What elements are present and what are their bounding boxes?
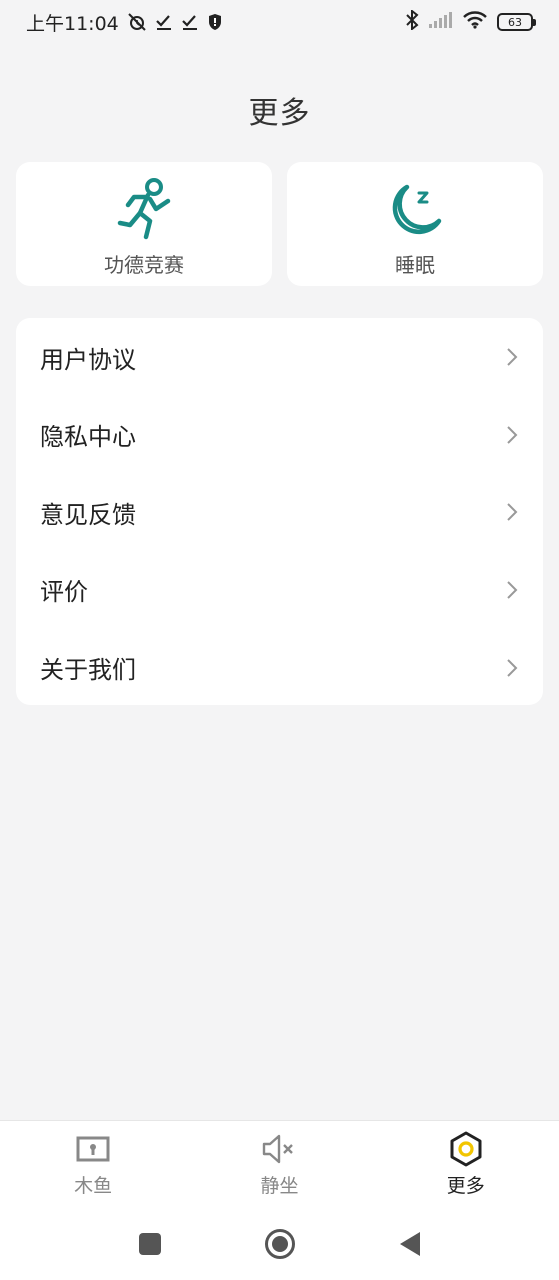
system-nav-bar: [0, 1208, 559, 1280]
chevron-right-icon: [505, 501, 519, 523]
card-merit-race[interactable]: 功德竞赛: [16, 162, 272, 286]
menu-item-about-us[interactable]: 关于我们: [16, 629, 543, 707]
tab-meditate[interactable]: 静坐: [186, 1121, 372, 1209]
page-title: 更多: [248, 96, 311, 131]
check-icon: [181, 13, 199, 31]
check-icon: [155, 13, 173, 31]
tab-more[interactable]: 更多: [373, 1121, 559, 1209]
mute-speaker-icon: [261, 1131, 297, 1167]
status-time: 上午11:04: [26, 12, 119, 35]
hexagon-icon: [448, 1131, 484, 1167]
wooden-fish-icon: [75, 1131, 111, 1167]
wifi-icon: [463, 11, 487, 33]
card-label: 睡眠: [395, 252, 435, 277]
battery-level: 63: [508, 15, 522, 29]
bottom-nav: 木鱼 静坐 更多: [0, 1120, 559, 1208]
tab-label: 静坐: [260, 1175, 299, 1197]
menu-item-privacy-center[interactable]: 隐私中心: [16, 396, 543, 474]
home-button[interactable]: [260, 1224, 300, 1264]
card-label: 功德竞赛: [104, 252, 184, 277]
menu-item-label: 评价: [40, 578, 88, 607]
menu-item-label: 用户协议: [40, 345, 136, 374]
menu-item-label: 意见反馈: [40, 500, 136, 529]
status-right: 63: [405, 8, 536, 34]
menu-item-label: 隐私中心: [40, 423, 136, 452]
screen: 上午11:04 63 更多 功德竞赛 睡眠 用户协议 隐私中心 意见反馈 评价 …: [0, 0, 559, 1280]
status-bar: 上午11:04 63: [0, 0, 559, 44]
tab-wooden-fish[interactable]: 木鱼: [0, 1121, 186, 1209]
tab-label: 木鱼: [74, 1175, 113, 1197]
menu-item-user-agreement[interactable]: 用户协议: [16, 318, 543, 396]
status-left: 上午11:04: [26, 9, 223, 36]
battery-icon: 63: [497, 13, 536, 31]
bluetooth-icon: [405, 8, 419, 34]
running-figure-icon: [112, 177, 176, 241]
menu-item-rate[interactable]: 评价: [16, 551, 543, 629]
chevron-right-icon: [505, 579, 519, 601]
chevron-right-icon: [505, 424, 519, 446]
alarm-off-icon: [127, 12, 147, 32]
menu-item-label: 关于我们: [40, 656, 136, 685]
moon-sleep-icon: [383, 177, 447, 241]
menu-item-feedback[interactable]: 意见反馈: [16, 474, 543, 552]
tab-label: 更多: [446, 1175, 485, 1197]
chevron-right-icon: [505, 657, 519, 679]
signal-icon: [429, 12, 453, 32]
menu-list: 用户协议 隐私中心 意见反馈 评价 关于我们: [16, 318, 543, 705]
chevron-right-icon: [505, 346, 519, 368]
recents-button[interactable]: [130, 1224, 170, 1264]
card-sleep[interactable]: 睡眠: [287, 162, 543, 286]
back-button[interactable]: [390, 1224, 430, 1264]
shield-icon: [207, 13, 223, 31]
